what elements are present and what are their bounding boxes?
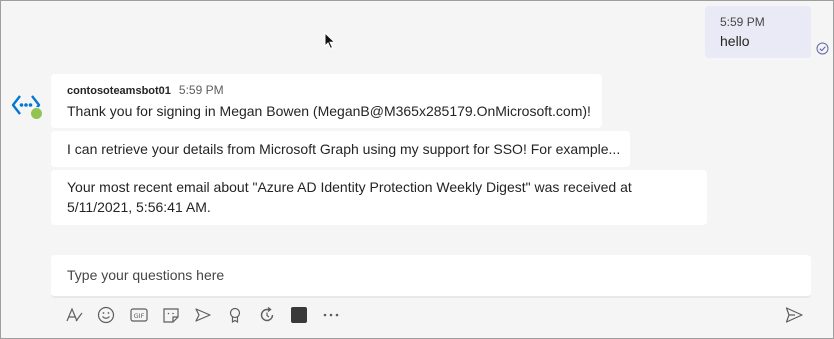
mouse-cursor-icon — [324, 31, 336, 50]
app-icon[interactable] — [289, 305, 309, 325]
more-options-icon[interactable] — [321, 305, 341, 325]
gif-icon[interactable]: GIF — [129, 305, 149, 325]
read-receipt-icon — [816, 42, 829, 55]
meet-now-icon[interactable] — [193, 305, 213, 325]
message-text: Thank you for signing in Megan Bowen (Me… — [67, 103, 591, 119]
format-icon[interactable] — [64, 305, 84, 325]
loop-icon[interactable] — [257, 305, 277, 325]
message-timestamp: 5:59 PM — [178, 83, 224, 97]
praise-icon[interactable] — [225, 305, 245, 325]
bot-message[interactable]: Your most recent email about "Azure AD I… — [51, 170, 707, 225]
message-text: I can retrieve your details from Microso… — [67, 141, 621, 157]
gif-label: GIF — [134, 312, 145, 320]
presence-available-icon — [30, 107, 43, 120]
message-timestamp: 5:59 PM — [720, 15, 765, 29]
outgoing-message[interactable]: 5:59 PM hello — [705, 6, 811, 58]
bot-message[interactable]: I can retrieve your details from Microso… — [51, 131, 630, 167]
message-input[interactable] — [67, 267, 795, 283]
emoji-icon[interactable] — [96, 305, 116, 325]
message-text: hello — [720, 33, 750, 49]
send-icon[interactable] — [784, 305, 804, 325]
chat-window: 5:59 PM hello contosoteamsbot01 5:59 PM T… — [0, 0, 834, 339]
sticker-icon[interactable] — [161, 305, 181, 325]
message-text: Your most recent email about "Azure AD I… — [67, 179, 632, 215]
sender-name: contosoteamsbot01 — [67, 85, 171, 97]
compose-box[interactable] — [51, 255, 811, 298]
message-header: contosoteamsbot01 5:59 PM — [67, 83, 602, 98]
bot-message[interactable]: contosoteamsbot01 5:59 PM Thank you for s… — [51, 74, 602, 128]
